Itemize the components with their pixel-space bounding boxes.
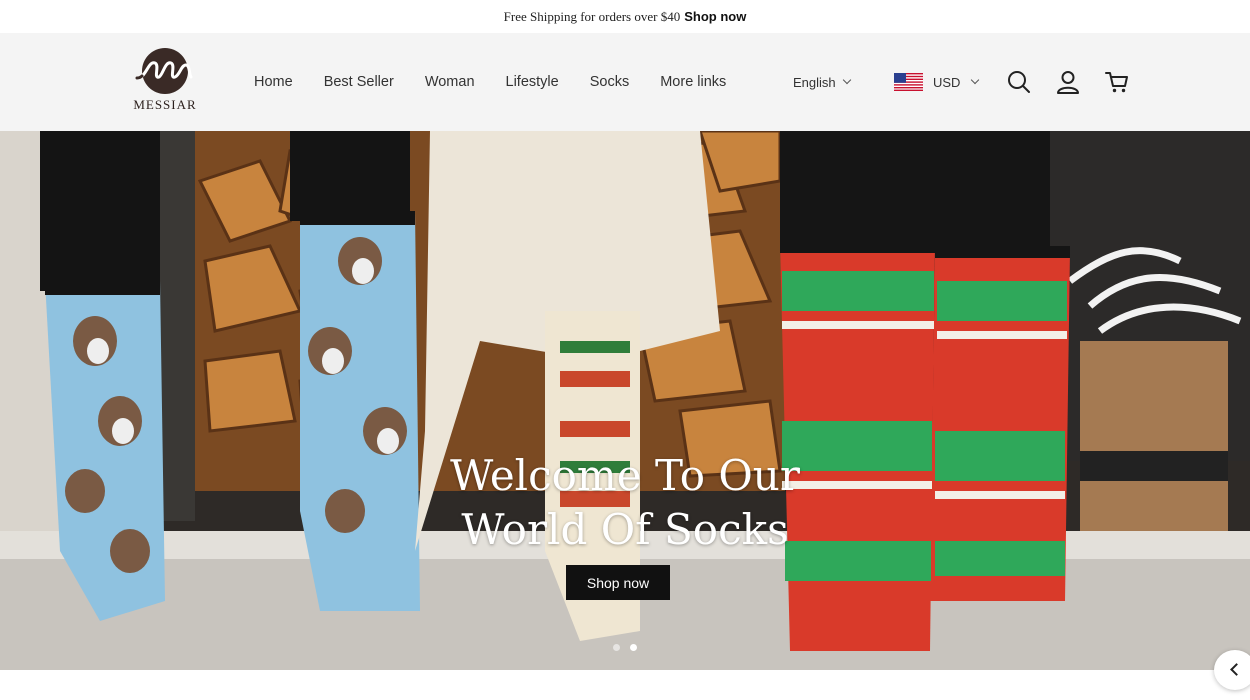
chevron-down-icon xyxy=(971,75,980,85)
logo-mark-icon xyxy=(135,48,193,94)
nav-best-seller[interactable]: Best Seller xyxy=(324,74,394,90)
announcement-shop-link[interactable]: Shop now xyxy=(684,9,746,24)
chevron-left-icon xyxy=(1230,663,1243,676)
announcement-text: Free Shipping for orders over $40 xyxy=(503,8,681,24)
hero-title: Welcome To Our World Of Socks xyxy=(0,449,1250,557)
account-icon[interactable] xyxy=(1055,69,1081,95)
nav-socks[interactable]: Socks xyxy=(590,74,630,90)
hero-title-line-2: World Of Socks xyxy=(461,505,789,554)
announcement-bar: Free Shipping for orders over $40 Shop n… xyxy=(0,0,1250,33)
currency-selector[interactable]: USD xyxy=(894,33,980,131)
brand-logo[interactable]: MESSIAR xyxy=(131,47,199,117)
hero-slider: Welcome To Our World Of Socks Shop now xyxy=(0,131,1250,670)
main-nav: Home Best Seller Woman Lifestyle Socks M… xyxy=(254,33,757,131)
nav-lifestyle[interactable]: Lifestyle xyxy=(506,74,559,90)
side-panel-toggle-button[interactable] xyxy=(1214,650,1250,690)
slider-dot-active[interactable] xyxy=(630,644,637,651)
slider-dot[interactable] xyxy=(613,644,620,651)
hero-title-line-1: Welcome To Our xyxy=(450,451,800,500)
slider-dots xyxy=(0,644,1250,651)
brand-name: MESSIAR xyxy=(133,97,197,112)
nav-more-links[interactable]: More links xyxy=(660,74,726,90)
us-flag-icon xyxy=(894,73,923,91)
hero-shop-now-button[interactable]: Shop now xyxy=(566,565,670,600)
nav-woman[interactable]: Woman xyxy=(425,74,475,90)
chevron-down-icon xyxy=(842,75,851,85)
search-icon[interactable] xyxy=(1006,69,1032,95)
currency-label: USD xyxy=(933,74,961,90)
language-selector[interactable]: English xyxy=(793,33,851,131)
nav-home[interactable]: Home xyxy=(254,74,293,90)
language-label: English xyxy=(793,74,836,90)
cart-icon[interactable] xyxy=(1104,69,1130,95)
site-header: MESSIAR Home Best Seller Woman Lifestyle… xyxy=(0,33,1250,131)
